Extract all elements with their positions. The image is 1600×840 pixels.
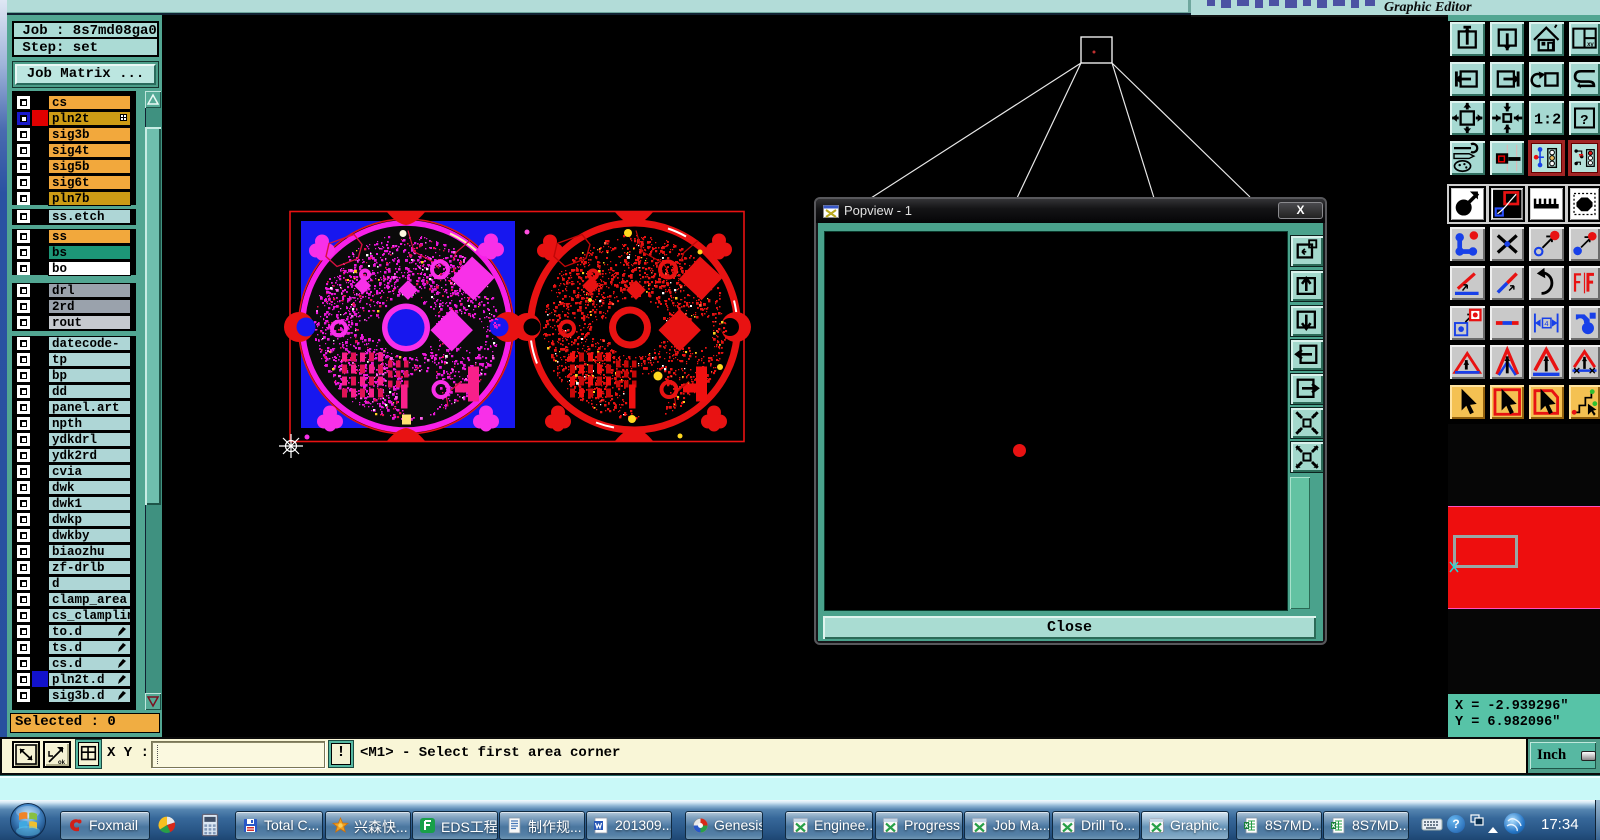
- svg-text:4: 4: [1544, 318, 1548, 327]
- svg-text:?: ?: [1580, 114, 1588, 129]
- svg-text:xy: xy: [1587, 42, 1594, 48]
- svg-text:1:2: 1:2: [1534, 111, 1561, 129]
- svg-text:ok: ok: [58, 760, 66, 766]
